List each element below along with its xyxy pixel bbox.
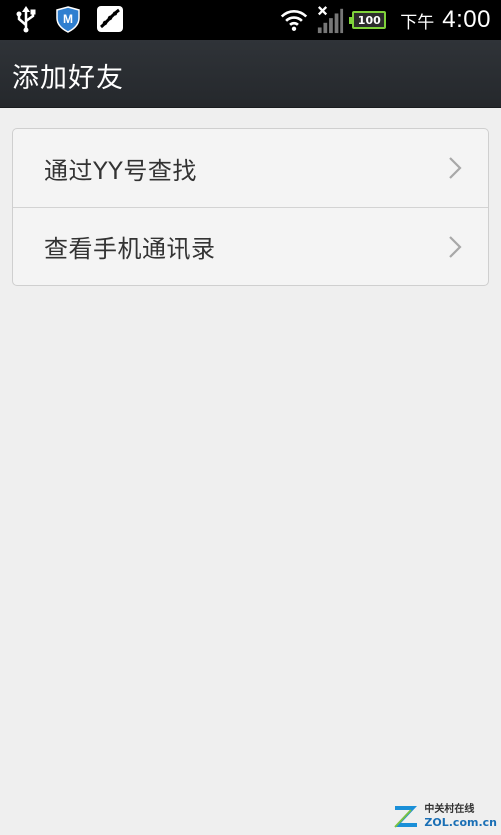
status-bar-system: 100 下午 4:00 <box>280 4 491 36</box>
options-list: 通过YY号查找 查看手机通讯录 <box>12 128 489 286</box>
watermark: 中关村在线 ZOL.com.cn <box>392 803 497 829</box>
signal-icon <box>316 5 344 35</box>
status-bar: M 100 下午 4:00 <box>0 0 501 40</box>
watermark-cn: 中关村在线 <box>424 803 475 815</box>
page-title: 添加好友 <box>12 63 124 94</box>
chevron-right-icon <box>449 235 462 258</box>
pea-app-icon <box>96 4 124 34</box>
svg-text:M: M <box>63 12 73 26</box>
list-item-label: 查看手机通讯录 <box>44 235 216 263</box>
status-bar-notifications: M <box>12 4 124 34</box>
list-item-phone-contacts[interactable]: 查看手机通讯录 <box>13 207 488 285</box>
watermark-en: ZOL.com.cn <box>424 815 497 829</box>
zol-logo-icon <box>394 806 418 828</box>
wifi-icon <box>280 5 308 35</box>
usb-icon <box>12 4 40 34</box>
watermark-text: 中关村在线 ZOL.com.cn <box>424 803 497 829</box>
chevron-right-icon <box>449 157 462 179</box>
phone-screen: M 100 下午 4:00 添加好友 通过YY号查找 查看手机通讯录 中关村在线… <box>0 0 501 835</box>
clock: 4:00 <box>442 6 491 33</box>
list-item-find-by-yy[interactable]: 通过YY号查找 <box>13 129 488 207</box>
time-prefix: 下午 <box>400 12 435 33</box>
list-item-label: 通过YY号查找 <box>44 156 197 185</box>
shield-m-icon: M <box>54 4 82 34</box>
battery-icon: 100 <box>349 11 387 29</box>
title-bar: 添加好友 <box>0 40 501 108</box>
